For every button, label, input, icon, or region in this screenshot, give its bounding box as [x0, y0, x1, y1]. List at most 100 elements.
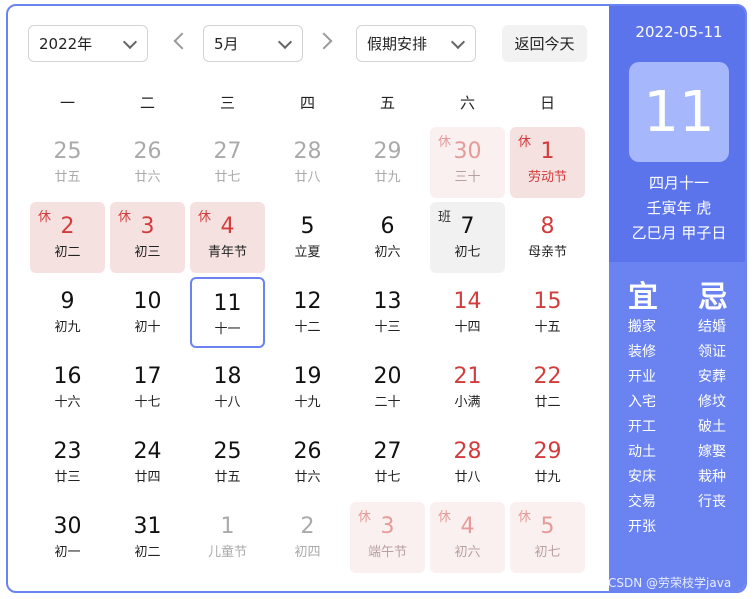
day-cell[interactable]: 30 初一 — [30, 502, 105, 573]
day-cell[interactable]: 31 初二 — [110, 502, 185, 573]
day-number: 10 — [133, 289, 162, 314]
day-cell[interactable]: 10 初十 — [110, 277, 185, 348]
day-number: 23 — [53, 439, 82, 464]
chevron-down-icon — [450, 34, 466, 50]
prev-month-icon[interactable] — [173, 32, 191, 50]
day-number: 16 — [53, 364, 82, 389]
day-number: 4 — [220, 214, 235, 239]
yi-item: 安床 — [628, 469, 656, 485]
day-number: 27 — [213, 139, 242, 164]
next-month-icon[interactable] — [315, 32, 333, 50]
selected-date: 2022-05-11 — [635, 23, 723, 41]
day-cell[interactable]: 13 十三 — [350, 277, 425, 348]
ganzhi-year: 壬寅年 虎 — [646, 199, 712, 217]
day-cell[interactable]: 5 立夏 — [270, 202, 345, 273]
day-number: 28 — [453, 439, 482, 464]
day-cell[interactable]: 6 初六 — [350, 202, 425, 273]
day-cell[interactable]: 11 十一 — [190, 277, 265, 348]
lunar-label: 初三 — [134, 245, 161, 260]
day-cell[interactable]: 28 廿八 — [270, 127, 345, 198]
day-cell[interactable]: 休 4 青年节 — [190, 202, 265, 273]
ji-item: 破土 — [698, 419, 726, 435]
day-cell[interactable]: 23 廿三 — [30, 427, 105, 498]
yi-item: 动土 — [628, 444, 656, 460]
day-cell[interactable]: 12 十二 — [270, 277, 345, 348]
day-cell[interactable]: 15 十五 — [510, 277, 585, 348]
lunar-label: 十一 — [214, 322, 241, 337]
day-cell[interactable]: 28 廿八 — [430, 427, 505, 498]
day-cell[interactable]: 19 十九 — [270, 352, 345, 423]
holiday-select[interactable]: 假期安排 — [356, 25, 476, 62]
calendar: 2022年 5月 假期安排 返回今天 一二三四五六日 25 廿五 26 廿六 27 廿七 2… — [6, 4, 747, 593]
day-cell[interactable]: 17 十七 — [110, 352, 185, 423]
day-cell[interactable]: 29 廿九 — [510, 427, 585, 498]
lunar-label: 廿八 — [454, 470, 481, 485]
day-detail-top: 2022-05-11 11 四月十一 壬寅年 虎 乙巳月 甲子日 — [609, 6, 745, 262]
day-number: 5 — [540, 514, 555, 539]
day-cell[interactable]: 25 廿五 — [190, 427, 265, 498]
day-cell[interactable]: 1 儿童节 — [190, 502, 265, 573]
chevron-down-icon — [277, 34, 293, 50]
day-grid: 25 廿五 26 廿六 27 廿七 28 廿八 29 廿九休 30 三十休 1 劳动节休 2 初二休 3 初三休 4… — [30, 127, 590, 577]
year-select-value: 2022年 — [39, 35, 93, 53]
day-cell[interactable]: 18 十八 — [190, 352, 265, 423]
day-cell[interactable]: 休 5 初七 — [510, 502, 585, 573]
day-cell[interactable]: 20 二十 — [350, 352, 425, 423]
lunar-label: 立夏 — [294, 245, 321, 260]
yi-title: 宜 — [628, 280, 658, 315]
yi-item: 搬家 — [628, 319, 656, 335]
day-number: 3 — [380, 514, 395, 539]
day-cell[interactable]: 休 4 初六 — [430, 502, 505, 573]
day-cell[interactable]: 26 廿六 — [270, 427, 345, 498]
yi-item: 开业 — [628, 369, 656, 385]
lunar-label: 廿七 — [214, 170, 241, 185]
day-number: 29 — [533, 439, 562, 464]
lunar-label: 十六 — [54, 395, 81, 410]
day-cell[interactable]: 22 廿二 — [510, 352, 585, 423]
day-cell[interactable]: 休 3 初三 — [110, 202, 185, 273]
day-number: 18 — [213, 364, 242, 389]
lunar-label: 廿五 — [214, 470, 241, 485]
year-select[interactable]: 2022年 — [28, 25, 148, 62]
day-number: 5 — [300, 214, 315, 239]
back-to-today-button[interactable]: 返回今天 — [502, 25, 587, 62]
day-cell[interactable]: 27 廿七 — [190, 127, 265, 198]
day-cell[interactable]: 9 初九 — [30, 277, 105, 348]
day-cell[interactable]: 休 1 劳动节 — [510, 127, 585, 198]
yi-item: 入宅 — [628, 394, 656, 410]
day-number: 1 — [220, 514, 235, 539]
day-cell[interactable]: 14 十四 — [430, 277, 505, 348]
ganzhi-month-day: 乙巳月 甲子日 — [631, 224, 727, 242]
day-cell[interactable]: 25 廿五 — [30, 127, 105, 198]
day-cell[interactable]: 24 廿四 — [110, 427, 185, 498]
lunar-date: 四月十一 — [648, 174, 709, 192]
day-number: 7 — [460, 214, 475, 239]
day-number: 9 — [60, 289, 75, 314]
lunar-label: 廿六 — [134, 170, 161, 185]
weekday-header: 一二三四五六日 — [30, 92, 590, 116]
day-cell[interactable]: 8 母亲节 — [510, 202, 585, 273]
day-cell[interactable]: 29 廿九 — [350, 127, 425, 198]
month-select-value: 5月 — [214, 35, 239, 53]
lunar-label: 廿二 — [534, 395, 561, 410]
day-cell[interactable]: 2 初四 — [270, 502, 345, 573]
day-number: 25 — [213, 439, 242, 464]
day-cell[interactable]: 班 7 初七 — [430, 202, 505, 273]
day-cell[interactable]: 休 2 初二 — [30, 202, 105, 273]
lunar-label: 初七 — [454, 245, 481, 260]
day-number: 26 — [293, 439, 322, 464]
day-cell[interactable]: 21 小满 — [430, 352, 505, 423]
month-select[interactable]: 5月 — [203, 25, 303, 62]
day-cell[interactable]: 26 廿六 — [110, 127, 185, 198]
day-cell[interactable]: 休 3 端午节 — [350, 502, 425, 573]
day-cell[interactable]: 休 30 三十 — [430, 127, 505, 198]
day-number: 30 — [453, 139, 482, 164]
lunar-label: 青年节 — [207, 245, 247, 260]
day-cell[interactable]: 16 十六 — [30, 352, 105, 423]
day-cell[interactable]: 27 廿七 — [350, 427, 425, 498]
selected-day-number: 11 — [629, 62, 729, 162]
lunar-label: 初十 — [134, 320, 161, 335]
lunar-label: 儿童节 — [207, 545, 247, 560]
lunar-label: 初七 — [534, 545, 561, 560]
day-number: 21 — [453, 364, 482, 389]
